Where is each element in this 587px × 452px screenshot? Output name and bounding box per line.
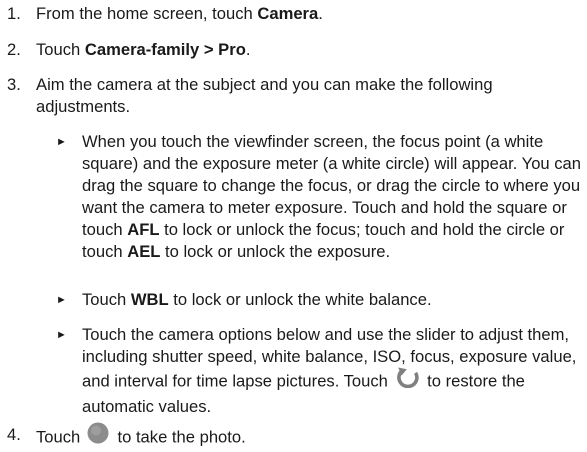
step-number: 2.	[7, 40, 21, 59]
camera-mode-label: Camera-family > Pro	[84, 40, 246, 59]
step-text: From the home screen, touch Camera.	[36, 4, 323, 23]
shutter-button-icon	[85, 422, 113, 450]
step-text: Touch to take the photo.	[36, 422, 576, 452]
step-number: 4.	[7, 425, 21, 444]
instructions-page: 1. From the home screen, touch Camera. 2…	[0, 0, 587, 450]
ael-label: AEL	[127, 242, 161, 261]
bullet-text: Touch the camera options below and use t…	[82, 325, 577, 416]
step-number: 1.	[7, 4, 21, 23]
wbl-label: WBL	[130, 290, 169, 309]
bullet-arrow-icon: ►	[56, 329, 67, 341]
bullet-text: When you touch the viewfinder screen, th…	[82, 132, 582, 261]
step-text: Aim the camera at the subject and you ca…	[36, 75, 493, 116]
restore-auto-icon	[393, 366, 423, 394]
step-number: 3.	[7, 75, 21, 94]
bullet-text: Touch WBL to lock or unlock the white ba…	[82, 290, 432, 309]
camera-label: Camera	[257, 4, 319, 23]
bullet-arrow-icon: ►	[56, 294, 67, 306]
afl-label: AFL	[127, 220, 160, 239]
step-text: Touch Camera-family > Pro.	[36, 40, 251, 59]
bullet-arrow-icon: ►	[56, 136, 67, 148]
